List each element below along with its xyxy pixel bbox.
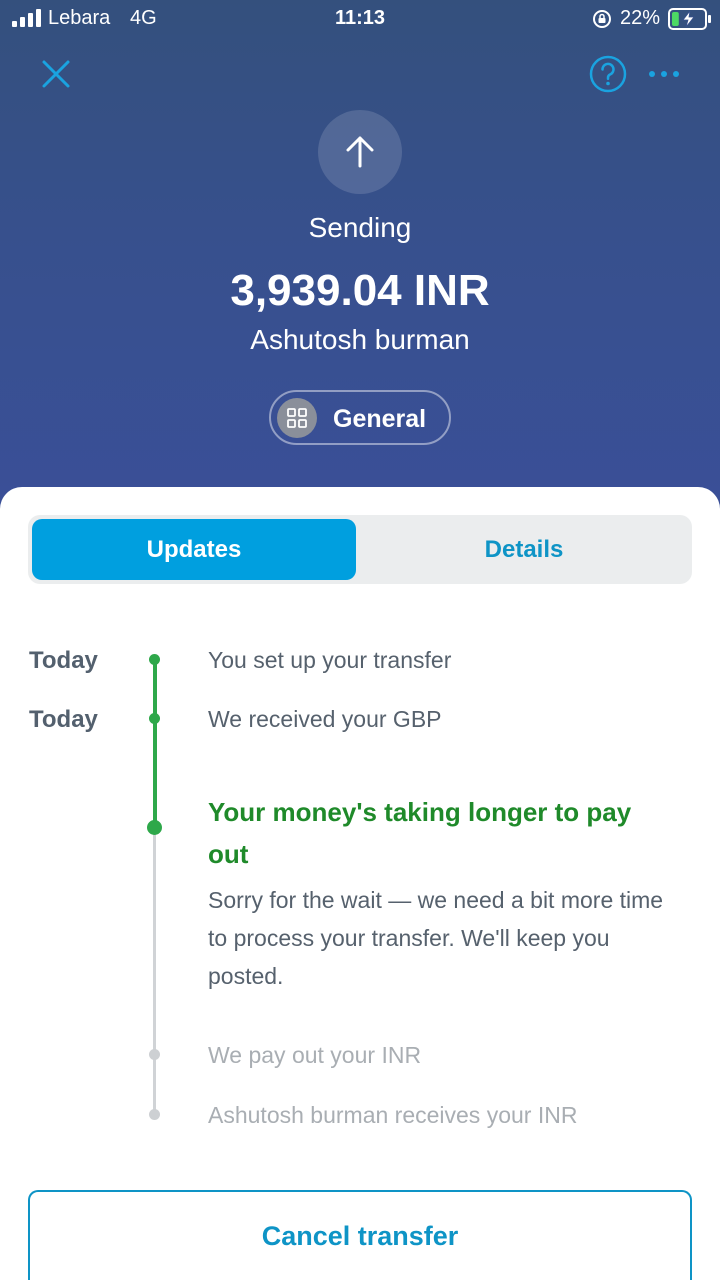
delay-notice-title: Your money's taking longer to pay out — [208, 797, 632, 869]
timeline-step-text: Ashutosh burman receives your INR — [208, 1102, 578, 1128]
cancel-transfer-button[interactable]: Cancel transfer — [28, 1190, 692, 1280]
arrow-up-icon — [346, 136, 374, 168]
tab-details[interactable]: Details — [360, 519, 688, 580]
timeline-pending-line — [153, 827, 156, 1115]
timeline-date: Today — [29, 706, 98, 733]
transfer-sheet: Updates Details Today You set up your tr… — [0, 487, 720, 1280]
timeline-dot-pending — [149, 1109, 160, 1120]
send-direction-badge — [318, 110, 402, 194]
transfer-status-label: Sending — [308, 212, 412, 243]
rotation-lock-icon — [593, 10, 611, 28]
category-label: General — [333, 405, 427, 433]
timeline-dot-pending — [149, 1049, 160, 1060]
close-icon[interactable] — [36, 54, 76, 94]
clock: 11:13 — [334, 7, 386, 29]
timeline-date: Today — [29, 647, 98, 674]
timeline-step-text: We received your GBP — [208, 706, 442, 732]
tab-updates[interactable]: Updates — [32, 519, 356, 580]
recipient-name: Ashutosh burman — [250, 324, 470, 355]
status-bar: Lebara 4G 11:13 22% — [0, 0, 720, 38]
timeline-step-text: You set up your transfer — [208, 647, 452, 673]
transfer-header: Lebara 4G 11:13 22% Sending 3,939.04 INR… — [0, 0, 720, 520]
grid-icon — [277, 398, 317, 438]
battery-percent: 22% — [620, 7, 661, 29]
timeline-step-text: We pay out your INR — [208, 1042, 422, 1068]
timeline-dot-done — [149, 713, 160, 724]
help-icon[interactable] — [588, 54, 628, 94]
timeline-progress-line — [153, 659, 157, 827]
timeline-dot-current — [147, 820, 162, 835]
category-button[interactable]: General — [269, 390, 451, 445]
transfer-amount: 3,939.04 INR — [230, 266, 490, 315]
tab-bar: Updates Details — [28, 515, 692, 584]
timeline-dot-done — [149, 654, 160, 665]
battery-icon — [668, 8, 711, 30]
more-icon[interactable] — [646, 60, 682, 88]
delay-notice-body: Sorry for the wait — we need a bit more … — [208, 887, 664, 989]
